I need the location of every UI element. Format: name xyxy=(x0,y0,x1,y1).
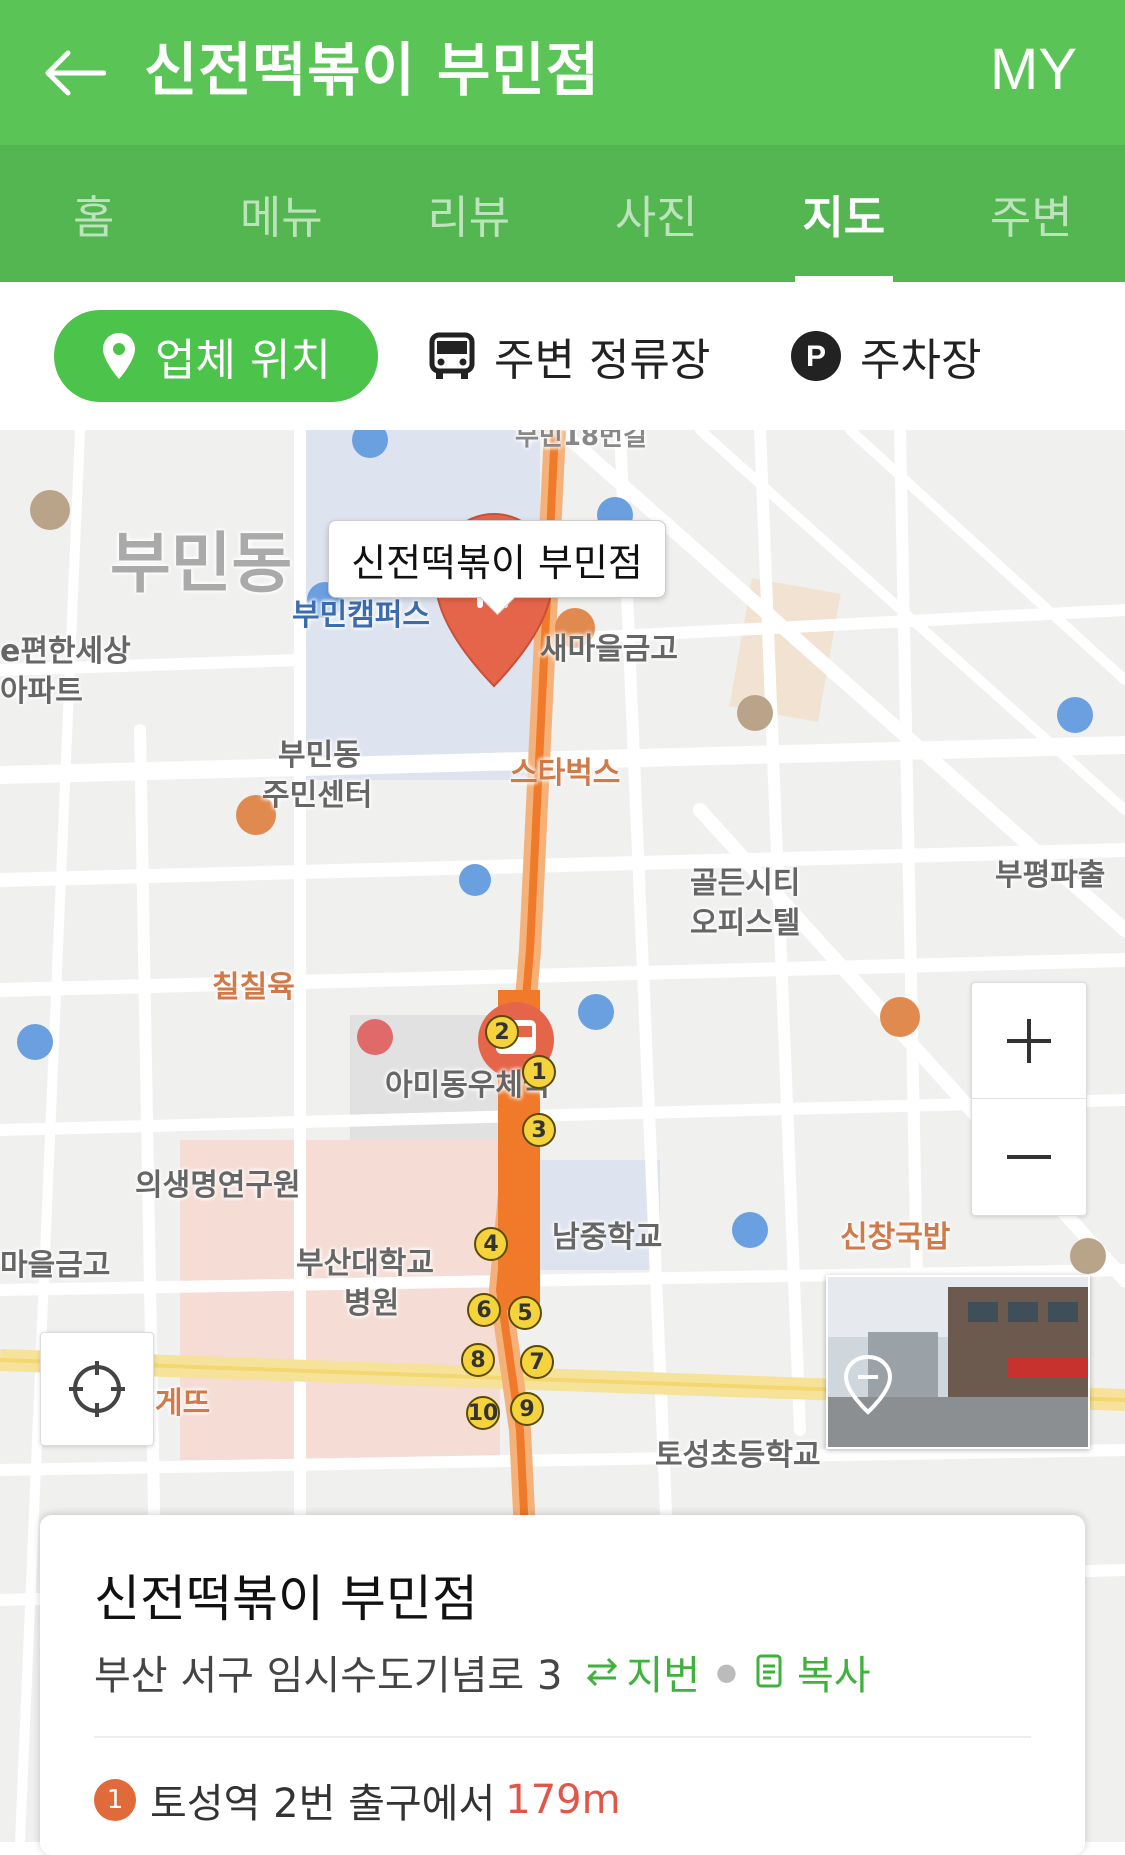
map-label-saemaeul-2: 마을금고 xyxy=(0,1240,110,1284)
map-label-toseong: 토성초등학교 xyxy=(655,1430,821,1474)
subway-exit-marker: 4 xyxy=(474,1227,508,1261)
parking-filter-button[interactable]: P 주차장 xyxy=(790,310,981,402)
map-label-saemaeul: 새마을금고 xyxy=(540,624,678,668)
tab-bar: 홈 메뉴 리뷰 사진 지도 주변 xyxy=(0,145,1125,282)
tab-review[interactable]: 리뷰 xyxy=(375,145,563,282)
plus-icon xyxy=(1003,1015,1055,1067)
subway-exit-marker: 8 xyxy=(461,1343,495,1377)
bus-icon xyxy=(428,331,476,381)
tab-nearby[interactable]: 주변 xyxy=(938,145,1125,282)
map-label-research: 의생명연구원 xyxy=(135,1160,301,1204)
map-label-namjung: 남중학교 xyxy=(552,1212,662,1256)
place-info-card: 신전떡볶이 부민점 부산 서구 임시수도기념로 3 지번 ● 복사 1 토성역 … xyxy=(40,1515,1085,1855)
place-address-row: 부산 서구 임시수도기념로 3 지번 ● 복사 xyxy=(94,1643,871,1701)
map-label-golden-city-1: 골든시티 xyxy=(690,858,800,902)
map-label-apt1: e편한세상 xyxy=(0,626,131,670)
tab-menu[interactable]: 메뉴 xyxy=(188,145,376,282)
subway-exit-marker: 2 xyxy=(485,1015,519,1049)
parking-filter-label: 주차장 xyxy=(860,324,981,388)
zoom-out-button[interactable] xyxy=(972,1099,1086,1214)
tab-map[interactable]: 지도 xyxy=(750,145,938,282)
map-label-gede: 게뜨 xyxy=(155,1378,210,1422)
swap-arrows-icon xyxy=(584,1654,620,1690)
station-distance: 179m xyxy=(505,1777,620,1823)
map-label-hospital-2: 병원 xyxy=(344,1278,399,1322)
zoom-controls xyxy=(971,982,1087,1216)
subway-exit-marker: 6 xyxy=(467,1293,501,1327)
current-location-button[interactable] xyxy=(40,1332,154,1446)
subway-line-badge: 1 xyxy=(94,1779,136,1821)
crosshair-icon xyxy=(67,1359,127,1419)
subway-exit-marker: 10 xyxy=(466,1396,500,1430)
copy-label: 복사 xyxy=(797,1643,871,1701)
place-name: 신전떡볶이 부민점 xyxy=(94,1559,478,1631)
copy-address-button[interactable]: 복사 xyxy=(753,1643,871,1701)
street-photo xyxy=(828,1277,1088,1447)
map-label-chilchilyuk: 칠칠육 xyxy=(212,962,295,1006)
page-title: 신전떡볶이 부민점 xyxy=(144,30,600,110)
tab-home[interactable]: 홈 xyxy=(0,145,188,282)
subway-exit-marker: 9 xyxy=(510,1392,544,1426)
zoom-in-button[interactable] xyxy=(972,983,1086,1098)
parking-icon: P xyxy=(790,330,842,382)
map-label-community-center-1: 부민동 xyxy=(278,730,361,774)
place-tooltip: 신전떡볶이 부민점 xyxy=(328,520,666,598)
place-address: 부산 서구 임시수도기념로 3 xyxy=(94,1643,562,1701)
map-label-starbucks: 스타벅스 xyxy=(510,748,620,792)
subway-exit-marker: 1 xyxy=(522,1055,556,1089)
bus-stop-filter-label: 주변 정류장 xyxy=(494,324,710,388)
map-label-golden-city-2: 오피스텔 xyxy=(690,898,800,942)
map-label-sinchang: 신창국밥 xyxy=(840,1212,950,1256)
map-label-top-road: 부민18번길 xyxy=(515,430,647,453)
app-header: 신전떡볶이 부민점 MY xyxy=(0,0,1125,145)
card-divider xyxy=(94,1736,1031,1738)
subway-exit-marker: 5 xyxy=(508,1296,542,1330)
copy-icon xyxy=(753,1652,789,1692)
back-arrow-icon[interactable] xyxy=(34,38,114,108)
location-pin-icon xyxy=(101,331,137,381)
map-label-bumin-dong: 부민동 xyxy=(110,510,292,606)
map-label-police: 부평파출 xyxy=(995,850,1105,894)
subway-exit-marker: 3 xyxy=(522,1113,556,1147)
map-label-apt2: 아파트 xyxy=(0,666,83,710)
lot-number-button[interactable]: 지번 xyxy=(584,1643,700,1701)
location-filter-button[interactable]: 업체 위치 xyxy=(54,310,378,402)
map-label-hospital-1: 부산대학교 xyxy=(296,1238,434,1282)
subway-exit-marker: 7 xyxy=(520,1345,554,1379)
nearest-station-row: 1 토성역 2번 출구에서 179m xyxy=(94,1771,621,1829)
minus-icon xyxy=(1003,1131,1055,1183)
station-text: 토성역 2번 출구에서 xyxy=(150,1771,495,1829)
separator-dot: ● xyxy=(716,1658,737,1686)
map-filter-bar: 업체 위치 주변 정류장 P 주차장 xyxy=(0,282,1125,431)
roadview-thumbnail[interactable] xyxy=(826,1275,1090,1449)
location-filter-label: 업체 위치 xyxy=(155,324,331,388)
map-label-community-center-2: 주민센터 xyxy=(262,770,372,814)
svg-text:P: P xyxy=(806,340,826,373)
tab-photo[interactable]: 사진 xyxy=(563,145,751,282)
lot-number-label: 지번 xyxy=(626,1643,700,1701)
bus-stop-filter-button[interactable]: 주변 정류장 xyxy=(428,310,710,402)
my-button[interactable]: MY xyxy=(990,30,1077,110)
